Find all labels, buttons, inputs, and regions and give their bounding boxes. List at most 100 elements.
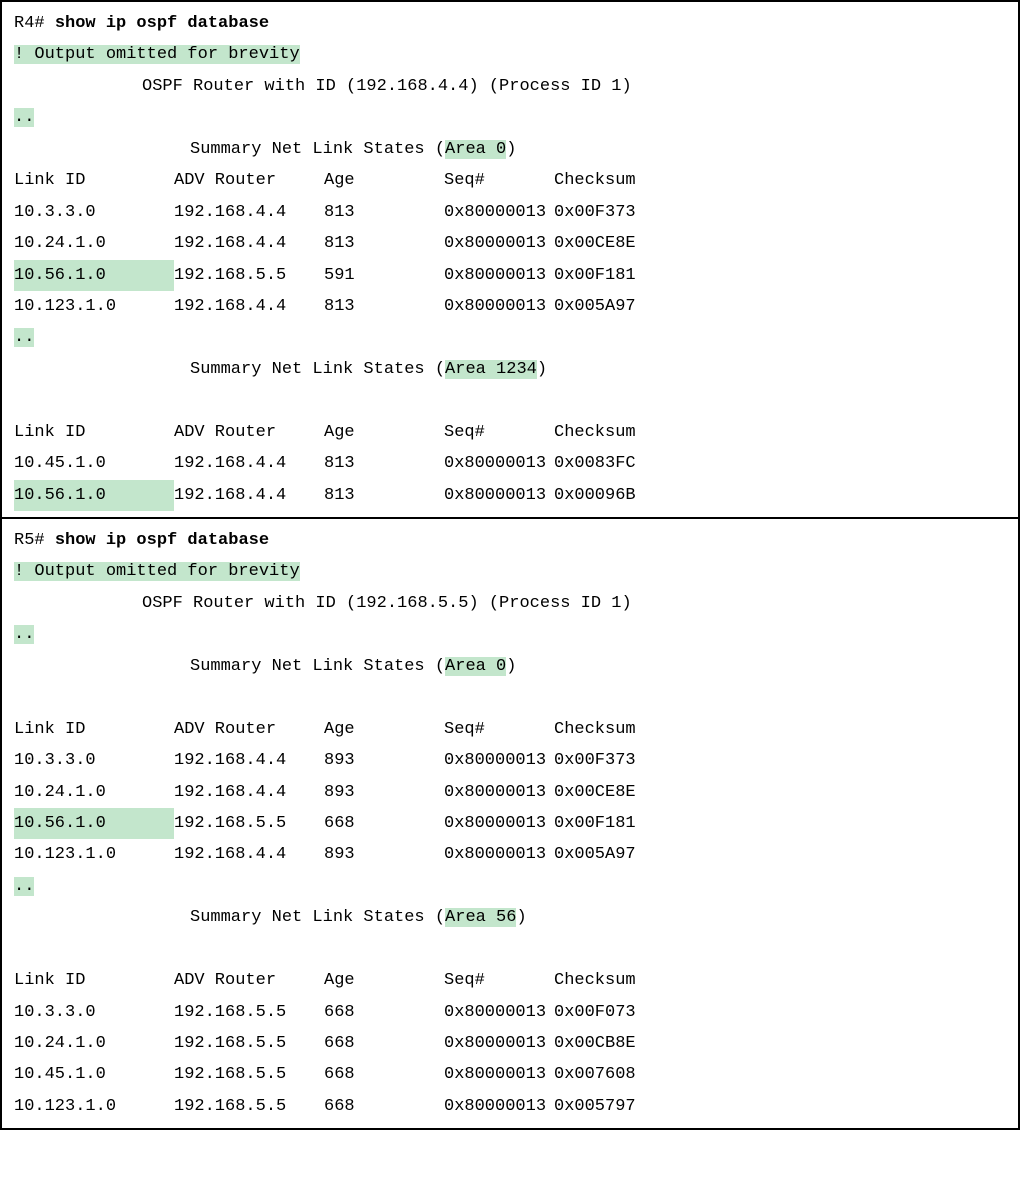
cell-chk: 0x00F373 xyxy=(554,745,664,776)
cell-adv: 192.168.4.4 xyxy=(174,480,324,511)
command-text: show ip ospf database xyxy=(55,14,269,33)
col-adv-header: ADV Router xyxy=(174,417,324,448)
cell-adv: 192.168.4.4 xyxy=(174,448,324,479)
cell-link: 10.24.1.0 xyxy=(14,1028,174,1059)
col-link-header: Link ID xyxy=(14,417,174,448)
blank-line xyxy=(14,682,1006,713)
col-age-header: Age xyxy=(324,165,444,196)
cell-chk: 0x00CE8E xyxy=(554,777,664,808)
cell-chk: 0x00F181 xyxy=(554,808,664,839)
cell-chk: 0x00F181 xyxy=(554,260,664,291)
cell-age: 668 xyxy=(324,808,444,839)
section-title: Summary Net Link States (Area 1234) xyxy=(14,354,1006,385)
cell-age: 668 xyxy=(324,997,444,1028)
cell-age: 893 xyxy=(324,777,444,808)
cell-chk: 0x005797 xyxy=(554,1091,664,1122)
col-adv-header: ADV Router xyxy=(174,965,324,996)
section-title-suffix: ) xyxy=(537,360,547,379)
cell-link: 10.45.1.0 xyxy=(14,448,174,479)
cell-link: 10.123.1.0 xyxy=(14,839,174,870)
table-row: 10.56.1.0192.168.5.56680x800000130x00F18… xyxy=(14,808,1006,839)
area-label: Area 56 xyxy=(445,908,516,927)
cell-seq: 0x80000013 xyxy=(444,997,554,1028)
cell-adv: 192.168.5.5 xyxy=(174,1028,324,1059)
section-title-suffix: ) xyxy=(506,140,516,159)
col-link-header: Link ID xyxy=(14,165,174,196)
cell-seq: 0x80000013 xyxy=(444,777,554,808)
cell-adv: 192.168.4.4 xyxy=(174,745,324,776)
col-age-header: Age xyxy=(324,417,444,448)
col-seq-header: Seq# xyxy=(444,417,554,448)
table-row: 10.3.3.0192.168.4.48930x800000130x00F373 xyxy=(14,745,1006,776)
table-row: 10.45.1.0192.168.4.48130x800000130x0083F… xyxy=(14,448,1006,479)
cell-seq: 0x80000013 xyxy=(444,228,554,259)
command-line: R4# show ip ospf database xyxy=(14,8,1006,39)
cell-age: 813 xyxy=(324,480,444,511)
area-label: Area 0 xyxy=(445,140,506,159)
cell-adv: 192.168.5.5 xyxy=(174,1059,324,1090)
cell-age: 668 xyxy=(324,1059,444,1090)
table-row: 10.24.1.0192.168.4.48130x800000130x00CE8… xyxy=(14,228,1006,259)
cell-seq: 0x80000013 xyxy=(444,197,554,228)
section-title-prefix: Summary Net Link States ( xyxy=(190,140,445,159)
cell-link: 10.3.3.0 xyxy=(14,197,174,228)
table-row: 10.24.1.0192.168.4.48930x800000130x00CE8… xyxy=(14,777,1006,808)
cell-link: 10.123.1.0 xyxy=(14,291,174,322)
section-title: Summary Net Link States (Area 0) xyxy=(14,134,1006,165)
table-row: 10.123.1.0192.168.4.48130x800000130x005A… xyxy=(14,291,1006,322)
ellipsis-marker: .. xyxy=(14,877,34,896)
cell-age: 893 xyxy=(324,839,444,870)
col-age-header: Age xyxy=(324,965,444,996)
cell-chk: 0x00F373 xyxy=(554,197,664,228)
section-title-prefix: Summary Net Link States ( xyxy=(190,360,445,379)
cell-link: 10.24.1.0 xyxy=(14,228,174,259)
cell-chk: 0x00F073 xyxy=(554,997,664,1028)
area-label: Area 0 xyxy=(445,657,506,676)
cell-link: 10.3.3.0 xyxy=(14,997,174,1028)
cell-link: 10.3.3.0 xyxy=(14,745,174,776)
cell-adv: 192.168.4.4 xyxy=(174,839,324,870)
col-seq-header: Seq# xyxy=(444,165,554,196)
cell-adv: 192.168.5.5 xyxy=(174,260,324,291)
ospf-header: OSPF Router with ID (192.168.5.5) (Proce… xyxy=(14,588,1006,619)
cell-age: 668 xyxy=(324,1091,444,1122)
cell-seq: 0x80000013 xyxy=(444,291,554,322)
cell-age: 893 xyxy=(324,745,444,776)
cell-seq: 0x80000013 xyxy=(444,839,554,870)
col-chk-header: Checksum xyxy=(554,714,664,745)
cell-link: 10.56.1.0 xyxy=(14,480,174,511)
prompt-text: R5# xyxy=(14,531,55,550)
terminal-panel: R5# show ip ospf database ! Output omitte… xyxy=(0,519,1020,1130)
cell-adv: 192.168.4.4 xyxy=(174,291,324,322)
cell-seq: 0x80000013 xyxy=(444,1028,554,1059)
cell-adv: 192.168.4.4 xyxy=(174,197,324,228)
table-row: 10.3.3.0192.168.5.56680x800000130x00F073 xyxy=(14,997,1006,1028)
omitted-note: ! Output omitted for brevity xyxy=(14,562,300,581)
ellipsis-marker: .. xyxy=(14,625,34,644)
col-adv-header: ADV Router xyxy=(174,714,324,745)
table-row: 10.123.1.0192.168.4.48930x800000130x005A… xyxy=(14,839,1006,870)
command-text: show ip ospf database xyxy=(55,531,269,550)
cell-chk: 0x00CB8E xyxy=(554,1028,664,1059)
cell-adv: 192.168.5.5 xyxy=(174,997,324,1028)
cell-adv: 192.168.4.4 xyxy=(174,228,324,259)
omitted-note: ! Output omitted for brevity xyxy=(14,45,300,64)
column-headers: Link IDADV RouterAgeSeq#Checksum xyxy=(14,965,1006,996)
col-seq-header: Seq# xyxy=(444,714,554,745)
cell-chk: 0x005A97 xyxy=(554,291,664,322)
cell-chk: 0x005A97 xyxy=(554,839,664,870)
cell-link: 10.24.1.0 xyxy=(14,777,174,808)
col-link-header: Link ID xyxy=(14,965,174,996)
cell-chk: 0x00096B xyxy=(554,480,664,511)
command-line: R5# show ip ospf database xyxy=(14,525,1006,556)
table-row: 10.3.3.0192.168.4.48130x800000130x00F373 xyxy=(14,197,1006,228)
cell-seq: 0x80000013 xyxy=(444,808,554,839)
section-title-prefix: Summary Net Link States ( xyxy=(190,908,445,927)
terminal-panel: R4# show ip ospf database ! Output omitte… xyxy=(0,0,1020,519)
section-title-suffix: ) xyxy=(506,657,516,676)
section-title-suffix: ) xyxy=(516,908,526,927)
cell-age: 813 xyxy=(324,448,444,479)
blank-line xyxy=(14,934,1006,965)
cell-seq: 0x80000013 xyxy=(444,1091,554,1122)
cell-seq: 0x80000013 xyxy=(444,1059,554,1090)
